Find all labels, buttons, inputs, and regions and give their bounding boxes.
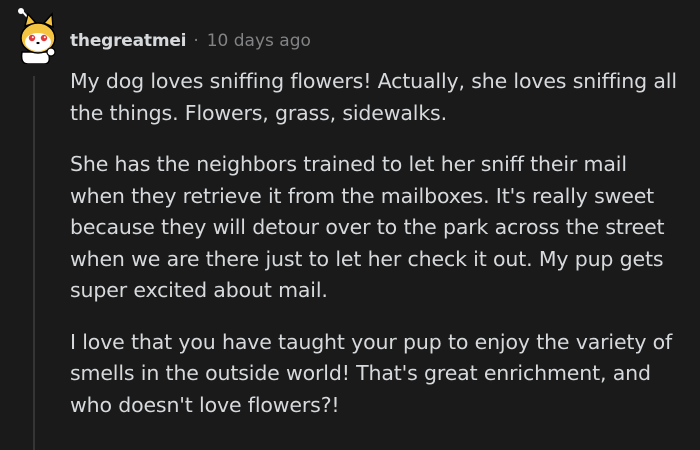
comment-body: My dog loves sniffing flowers! Actually,… (70, 66, 685, 441)
comment-paragraph: My dog loves sniffing flowers! Actually,… (70, 69, 677, 125)
comment: thegreatmei · 10 days ago My dog loves s… (0, 0, 700, 450)
comment-paragraph: I love that you have taught your pup to … (70, 329, 673, 417)
cat-avatar-icon (18, 8, 56, 65)
thread-line[interactable] (33, 76, 35, 450)
comment-paragraph: She has the neighbors trained to let her… (70, 152, 665, 302)
meta-separator: · (193, 31, 199, 51)
timestamp[interactable]: 10 days ago (207, 31, 311, 51)
username-link[interactable]: thegreatmei (70, 31, 187, 51)
avatar[interactable] (8, 8, 60, 65)
comment-meta: thegreatmei · 10 days ago (70, 28, 311, 54)
